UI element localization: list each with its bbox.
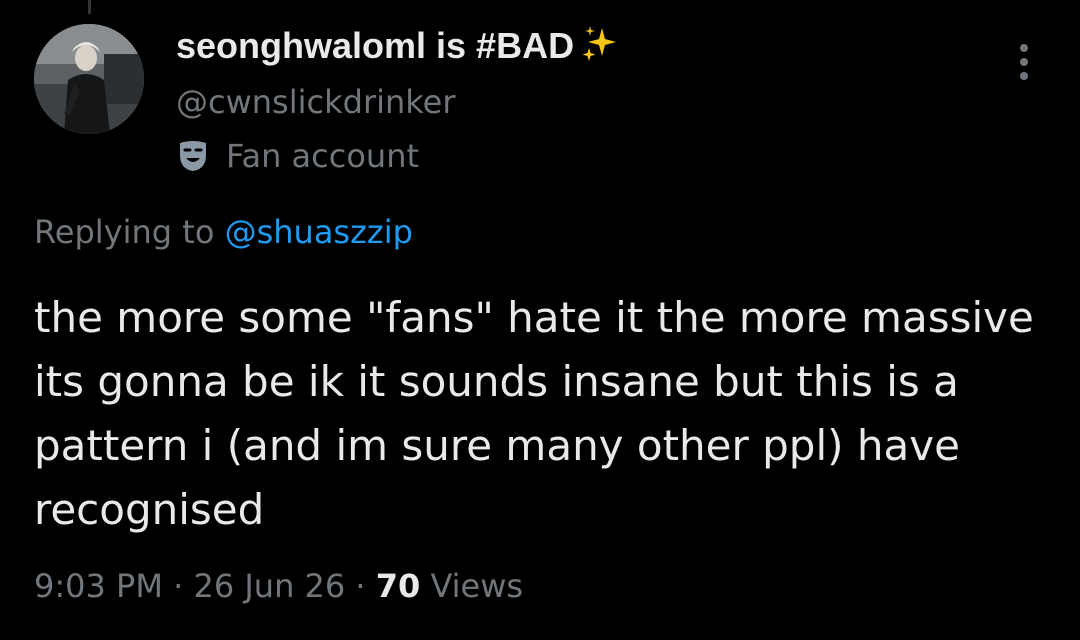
replying-to: Replying to @shuaszzip: [34, 210, 413, 254]
avatar[interactable]: [34, 24, 144, 134]
sparkles-icon: [580, 24, 620, 74]
meta-separator: ·: [173, 567, 184, 605]
reply-mention-link[interactable]: @shuaszzip: [225, 213, 413, 251]
display-name-text: seonghwaloml is #BAD: [176, 25, 575, 66]
account-label: Fan account: [176, 134, 620, 178]
replying-to-label: Replying to: [34, 213, 215, 251]
tweet-text: the more some "fans" hate it the more ma…: [34, 293, 1034, 534]
account-label-text: Fan account: [226, 137, 420, 175]
meta-separator: ·: [355, 567, 366, 605]
thread-connector-line: [88, 0, 91, 14]
display-name[interactable]: seonghwaloml is #BAD: [176, 24, 620, 74]
more-options-button[interactable]: [1008, 40, 1040, 84]
theater-mask-icon: [176, 139, 210, 173]
user-handle[interactable]: @cwnslickdrinker: [176, 80, 620, 124]
tweet-time[interactable]: 9:03 PM: [34, 567, 163, 605]
tweet-header: seonghwaloml is #BAD @cwnslickdrinker Fa…: [176, 24, 620, 178]
tweet-date[interactable]: 26 Jun 26: [193, 567, 345, 605]
views-label: Views: [430, 567, 524, 605]
more-vertical-icon: [1020, 44, 1028, 80]
tweet-meta: 9:03 PM · 26 Jun 26 · 70 Views: [34, 564, 523, 608]
views-count: 70: [375, 567, 421, 605]
avatar-photo: [34, 24, 144, 134]
